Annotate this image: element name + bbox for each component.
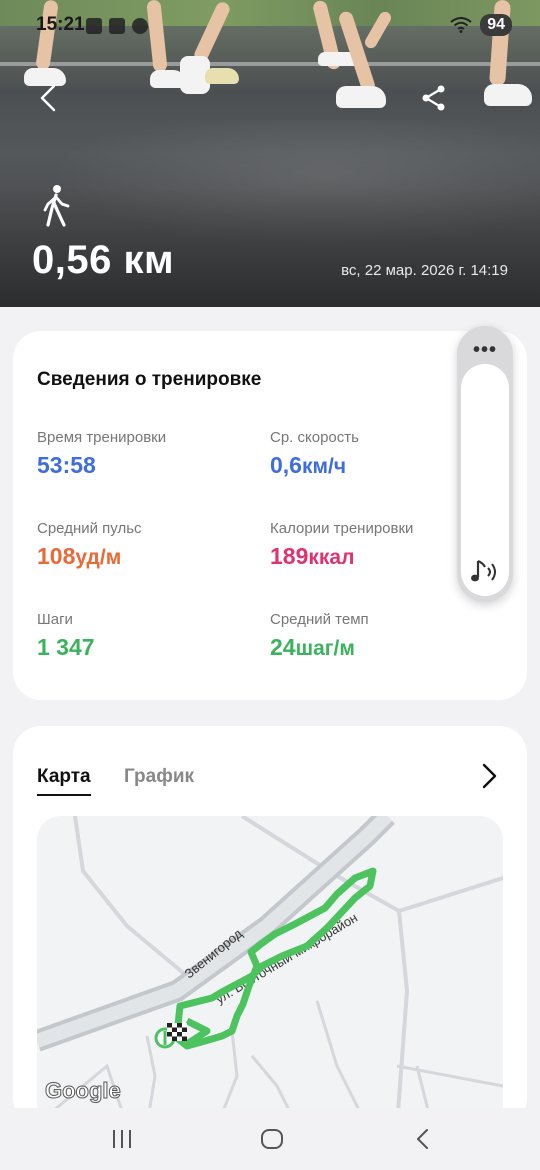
- workout-details-card: Сведения о тренировке Время тренировки 5…: [13, 331, 527, 700]
- status-icons: [86, 18, 148, 34]
- floating-side-panel[interactable]: •••: [457, 326, 513, 602]
- metric-avg-pace: Средний темп 24шаг/м: [270, 611, 369, 661]
- back-arrow-icon[interactable]: [34, 82, 66, 114]
- map-card: Карта График Звенигород ул. Восточный ми…: [13, 726, 527, 1126]
- metric-label: Время тренировки: [37, 429, 167, 446]
- metric-value: 108уд/м: [37, 543, 142, 570]
- metric-unit: уд/м: [75, 546, 122, 569]
- tab-map[interactable]: Карта: [37, 766, 91, 796]
- runner-shoe: [205, 68, 239, 84]
- share-icon[interactable]: [420, 84, 448, 112]
- chevron-right-icon[interactable]: [479, 762, 499, 790]
- google-logo: Google: [45, 1078, 121, 1103]
- metric-number: 1 347: [37, 634, 95, 660]
- route-path: [158, 867, 377, 1050]
- system-indicators: 94: [450, 14, 512, 36]
- metric-unit: ккал: [308, 546, 355, 569]
- metric-unit: км/ч: [301, 455, 347, 478]
- walking-icon: [43, 185, 70, 227]
- metric-number: 189: [270, 543, 309, 569]
- metric-avg-speed: Ср. скорость 0,6км/ч: [270, 429, 359, 479]
- distance-value: 0,56 км: [32, 238, 175, 282]
- metric-number: 53:58: [37, 452, 96, 478]
- metric-label: Ср. скорость: [270, 429, 359, 446]
- battery-level: 94: [480, 14, 512, 36]
- status-app-icon: [109, 18, 125, 34]
- runner-shoe: [484, 84, 532, 106]
- recent-apps-icon[interactable]: [109, 1126, 135, 1152]
- music-sound-icon[interactable]: [467, 558, 501, 586]
- metric-value: 53:58: [37, 452, 166, 479]
- metric-number: 108: [37, 543, 76, 569]
- status-app-icon: [86, 18, 102, 34]
- runner-shoe: [336, 86, 386, 108]
- metric-label: Шаги: [37, 611, 73, 628]
- metric-calories: Калории тренировки 189ккал: [270, 520, 413, 570]
- metric-value: 189ккал: [270, 543, 413, 570]
- metric-number: 24: [270, 634, 296, 660]
- back-icon[interactable]: [410, 1126, 436, 1152]
- metric-workout-time: Время тренировки 53:58: [37, 429, 166, 479]
- more-dots-icon[interactable]: •••: [457, 340, 513, 360]
- home-icon[interactable]: [259, 1126, 285, 1152]
- metric-steps: Шаги 1 347: [37, 611, 95, 661]
- metric-label: Средний пульс: [37, 520, 142, 537]
- metric-number: 0,6: [270, 452, 302, 478]
- road-line: [0, 62, 540, 66]
- metric-label: Калории тренировки: [270, 520, 414, 537]
- metric-label: Средний темп: [270, 611, 369, 628]
- metric-value: 24шаг/м: [270, 634, 369, 661]
- status-chat-icon: [132, 18, 148, 34]
- map-canvas: Звенигород ул. Восточный микрорайон Goog…: [37, 816, 503, 1126]
- finish-flag-icon: [167, 1023, 187, 1041]
- route-map[interactable]: Звенигород ул. Восточный микрорайон Goog…: [37, 816, 503, 1126]
- status-time: 15:21: [36, 14, 85, 35]
- tab-graph[interactable]: График: [124, 766, 194, 788]
- metric-value: 0,6км/ч: [270, 452, 359, 479]
- metric-unit: шаг/м: [295, 637, 355, 660]
- card-title: Сведения о тренировке: [37, 369, 262, 390]
- metric-avg-pulse: Средний пульс 108уд/м: [37, 520, 142, 570]
- metric-value: 1 347: [37, 634, 95, 661]
- workout-datetime: вс, 22 мар. 2026 г. 14:19: [341, 262, 508, 279]
- wifi-icon: [450, 17, 472, 33]
- system-nav-bar: [0, 1108, 540, 1170]
- hero-banner: 15:21 94 0,56 км вс, 22 мар. 2026 г. 14:…: [0, 0, 540, 307]
